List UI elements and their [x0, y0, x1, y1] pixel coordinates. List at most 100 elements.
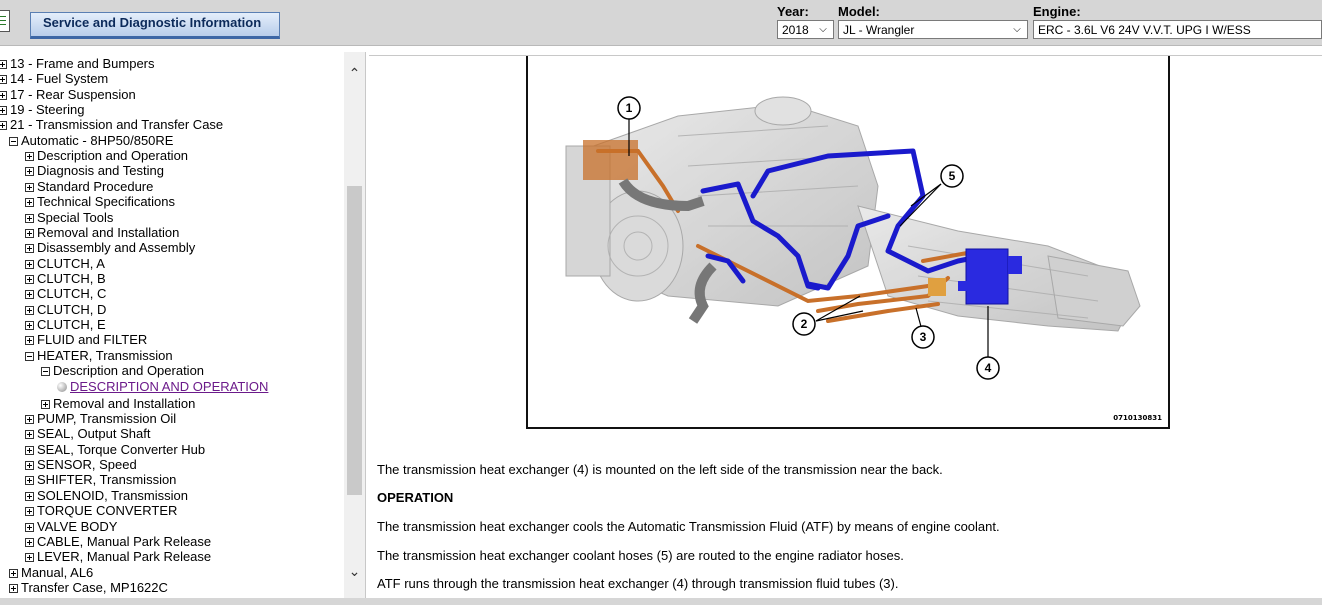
- tree-node-label: DESCRIPTION AND OPERATION: [70, 379, 269, 395]
- expand-icon[interactable]: [0, 121, 7, 131]
- tree-node-label: Description and Operation: [53, 363, 205, 378]
- engine-value: ERC - 3.6L V6 24V V.V.T. UPG I W/ESS: [1038, 23, 1251, 37]
- tree-node[interactable]: Manual, AL6: [9, 565, 93, 580]
- expand-icon[interactable]: [0, 90, 7, 100]
- app-tab[interactable]: Service and Diagnostic Information: [30, 12, 280, 39]
- expand-icon[interactable]: [41, 399, 50, 409]
- tree-node[interactable]: CLUTCH, E: [25, 317, 106, 332]
- tree-node[interactable]: 13 - Frame and Bumpers: [0, 56, 155, 71]
- scrollbar-thumb[interactable]: [347, 186, 362, 495]
- tree-node[interactable]: 21 - Transmission and Transfer Case: [0, 117, 223, 132]
- tree-node[interactable]: Diagnosis and Testing: [25, 163, 164, 178]
- tree-node-label: CLUTCH, D: [37, 301, 107, 317]
- tree-leaf-link[interactable]: DESCRIPTION AND OPERATION: [57, 379, 268, 394]
- expand-icon[interactable]: [25, 522, 34, 532]
- tree-node[interactable]: Technical Specifications: [25, 194, 175, 209]
- expand-icon[interactable]: [25, 228, 34, 238]
- callout-3-label: 3: [920, 330, 927, 344]
- expand-icon[interactable]: [25, 553, 34, 563]
- tree-node[interactable]: Description and Operation: [25, 148, 188, 163]
- tree-scrollbar[interactable]: ⌃ ⌄: [344, 52, 365, 598]
- tree-node[interactable]: CLUTCH, C: [25, 286, 106, 301]
- expand-icon[interactable]: [0, 106, 7, 116]
- tree-node-label: CLUTCH, E: [37, 316, 106, 332]
- tree-node[interactable]: Special Tools: [25, 210, 113, 225]
- tree-node[interactable]: SEAL, Output Shaft: [25, 426, 150, 441]
- tree-node[interactable]: Standard Procedure: [25, 179, 153, 194]
- collapse-icon[interactable]: [41, 367, 50, 376]
- expand-icon[interactable]: [25, 305, 34, 315]
- expand-icon[interactable]: [25, 167, 34, 177]
- expand-icon[interactable]: [25, 537, 34, 547]
- year-label: Year:: [777, 4, 809, 19]
- tree-node[interactable]: CLUTCH, D: [25, 302, 106, 317]
- expand-icon[interactable]: [9, 568, 18, 578]
- tree-node[interactable]: 19 - Steering: [0, 102, 84, 117]
- year-select[interactable]: 2018 ⌵: [777, 20, 834, 39]
- article-pane: 1 2 3 4 5 0710130831 The transmission he…: [369, 55, 1322, 598]
- tree-node-label: TORQUE CONVERTER: [37, 503, 178, 519]
- tree-node[interactable]: HEATER, Transmission: [25, 348, 173, 363]
- tree-node[interactable]: 14 - Fuel System: [0, 71, 108, 86]
- tree-node[interactable]: Description and Operation: [41, 363, 204, 378]
- tree-node[interactable]: Transfer Case, MP1622C: [9, 580, 168, 595]
- expand-icon[interactable]: [25, 336, 34, 346]
- tree-node[interactable]: Removal and Installation: [25, 225, 179, 240]
- tree-node-label: Description and Operation: [37, 148, 189, 164]
- expand-icon[interactable]: [25, 430, 34, 440]
- expand-icon[interactable]: [25, 445, 34, 455]
- tree-node[interactable]: CLUTCH, A: [25, 256, 105, 271]
- callout-1-label: 1: [626, 101, 633, 115]
- tree-node[interactable]: SHIFTER, Transmission: [25, 472, 176, 487]
- tree-node-label: SENSOR, Speed: [37, 457, 137, 473]
- expand-icon[interactable]: [25, 507, 34, 517]
- collapse-icon[interactable]: [9, 136, 18, 146]
- tree-node-label: SHIFTER, Transmission: [37, 472, 177, 488]
- expand-icon[interactable]: [25, 259, 34, 269]
- expand-icon[interactable]: [0, 75, 7, 85]
- chevron-down-icon[interactable]: ⌵: [816, 22, 830, 37]
- tree-node[interactable]: Removal and Installation: [41, 396, 195, 411]
- expand-icon[interactable]: [25, 152, 34, 162]
- tree-node-label: 14 - Fuel System: [10, 71, 109, 87]
- expand-icon[interactable]: [25, 415, 34, 425]
- tree-node[interactable]: VALVE BODY: [25, 519, 117, 534]
- expand-icon[interactable]: [25, 213, 34, 223]
- expand-icon[interactable]: [9, 583, 18, 593]
- expand-icon[interactable]: [25, 320, 34, 330]
- tree-node-label: Manual, AL6: [21, 564, 94, 580]
- tree-node[interactable]: SEAL, Torque Converter Hub: [25, 442, 205, 457]
- expand-icon[interactable]: [25, 182, 34, 192]
- expand-icon[interactable]: [25, 491, 34, 501]
- expand-icon[interactable]: [25, 461, 34, 471]
- expand-icon[interactable]: [25, 476, 34, 486]
- expand-icon[interactable]: [25, 290, 34, 300]
- tree-node[interactable]: 17 - Rear Suspension: [0, 87, 136, 102]
- operation-paragraph-3: ATF runs through the transmission heat e…: [377, 576, 899, 591]
- tree-node-label: Automatic - 8HP50/850RE: [21, 132, 174, 148]
- tree-node[interactable]: PUMP, Transmission Oil: [25, 411, 176, 426]
- engine-selector: Engine: ERC - 3.6L V6 24V V.V.T. UPG I W…: [1033, 4, 1322, 39]
- tree-node[interactable]: LEVER, Manual Park Release: [25, 549, 211, 564]
- tree-node-label: HEATER, Transmission: [37, 347, 173, 363]
- tree-node[interactable]: FLUID and FILTER: [25, 332, 147, 347]
- scroll-up-icon[interactable]: ⌃: [347, 66, 362, 81]
- top-toolbar: Service and Diagnostic Information Year:…: [0, 0, 1322, 46]
- model-select[interactable]: JL - Wrangler ⌵: [838, 20, 1028, 39]
- expand-icon[interactable]: [25, 244, 34, 254]
- expand-icon[interactable]: [25, 274, 34, 284]
- scroll-down-icon[interactable]: ⌄: [347, 564, 362, 579]
- tree-node[interactable]: CABLE, Manual Park Release: [25, 534, 211, 549]
- tree-node[interactable]: SOLENOID, Transmission: [25, 488, 188, 503]
- document-icon[interactable]: [0, 10, 10, 32]
- tree-node[interactable]: TORQUE CONVERTER: [25, 503, 177, 518]
- expand-icon[interactable]: [0, 60, 7, 69]
- expand-icon[interactable]: [25, 198, 34, 208]
- tree-node[interactable]: Automatic - 8HP50/850RE: [9, 133, 173, 148]
- engine-select[interactable]: ERC - 3.6L V6 24V V.V.T. UPG I W/ESS: [1033, 20, 1322, 39]
- tree-node[interactable]: CLUTCH, B: [25, 271, 106, 286]
- chevron-down-icon[interactable]: ⌵: [1010, 22, 1024, 37]
- tree-node[interactable]: SENSOR, Speed: [25, 457, 137, 472]
- collapse-icon[interactable]: [25, 351, 34, 361]
- tree-node[interactable]: Disassembly and Assembly: [25, 240, 195, 255]
